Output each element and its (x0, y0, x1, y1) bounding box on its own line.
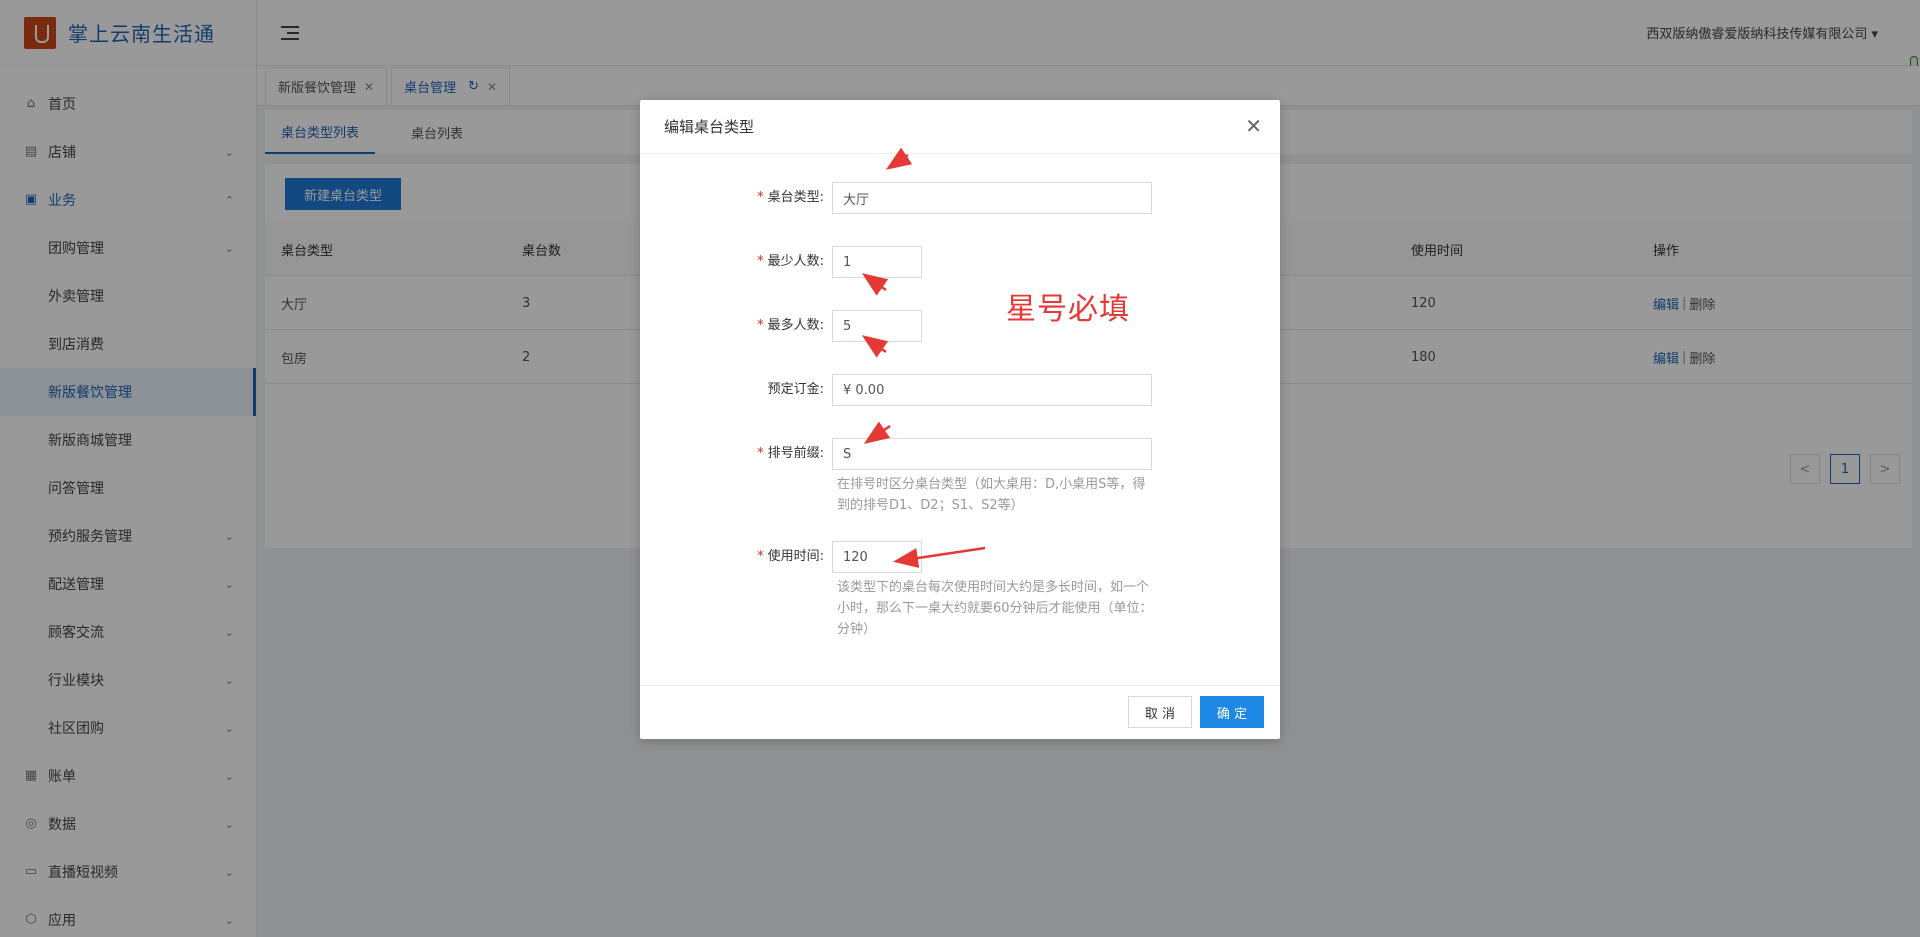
field-queue-prefix: * 排号前缀: S (640, 438, 1280, 470)
field-deposit: 预定订金: ¥ 0.00 (640, 374, 1280, 406)
required-mark: * (757, 446, 764, 461)
field-min-people: * 最少人数: 1 (640, 246, 1280, 278)
close-icon[interactable]: ✕ (1245, 116, 1262, 136)
max-people-input[interactable]: 5 (832, 310, 922, 342)
edit-table-type-dialog: 编辑桌台类型 ✕ * 桌台类型: 大厅 * 最少人数: 1 * 最多人数: 5 预定订… (640, 100, 1280, 739)
annotation-required-note: 星号必填 (1006, 292, 1130, 327)
dialog-header: 编辑桌台类型 (640, 100, 1280, 154)
dialog-footer: 取 消 确 定 (640, 685, 1280, 739)
required-mark: * (757, 254, 764, 269)
field-table-type: * 桌台类型: 大厅 (640, 182, 1280, 214)
cancel-button[interactable]: 取 消 (1128, 696, 1192, 728)
confirm-button[interactable]: 确 定 (1200, 696, 1264, 728)
queue-prefix-input[interactable]: S (832, 438, 1152, 470)
min-people-input[interactable]: 1 (832, 246, 922, 278)
required-mark: * (757, 190, 764, 205)
required-mark: * (757, 549, 764, 564)
field-max-people: * 最多人数: 5 (640, 310, 1280, 342)
dialog-title: 编辑桌台类型 (664, 118, 755, 136)
table-type-input[interactable]: 大厅 (832, 182, 1152, 214)
use-time-help: 该类型下的桌台每次使用时间大约是多长时间，如一个小时，那么下一桌大约就要60分钟… (837, 580, 1153, 637)
queue-prefix-help: 在排号时区分桌台类型（如大桌用：D,小桌用S等，得到的排号D1、D2；S1、S2… (837, 477, 1146, 513)
required-mark: * (757, 318, 764, 333)
use-time-input[interactable]: 120 (832, 541, 922, 573)
deposit-input[interactable]: ¥ 0.00 (832, 374, 1152, 406)
field-use-time: * 使用时间: 120 (640, 541, 1280, 573)
